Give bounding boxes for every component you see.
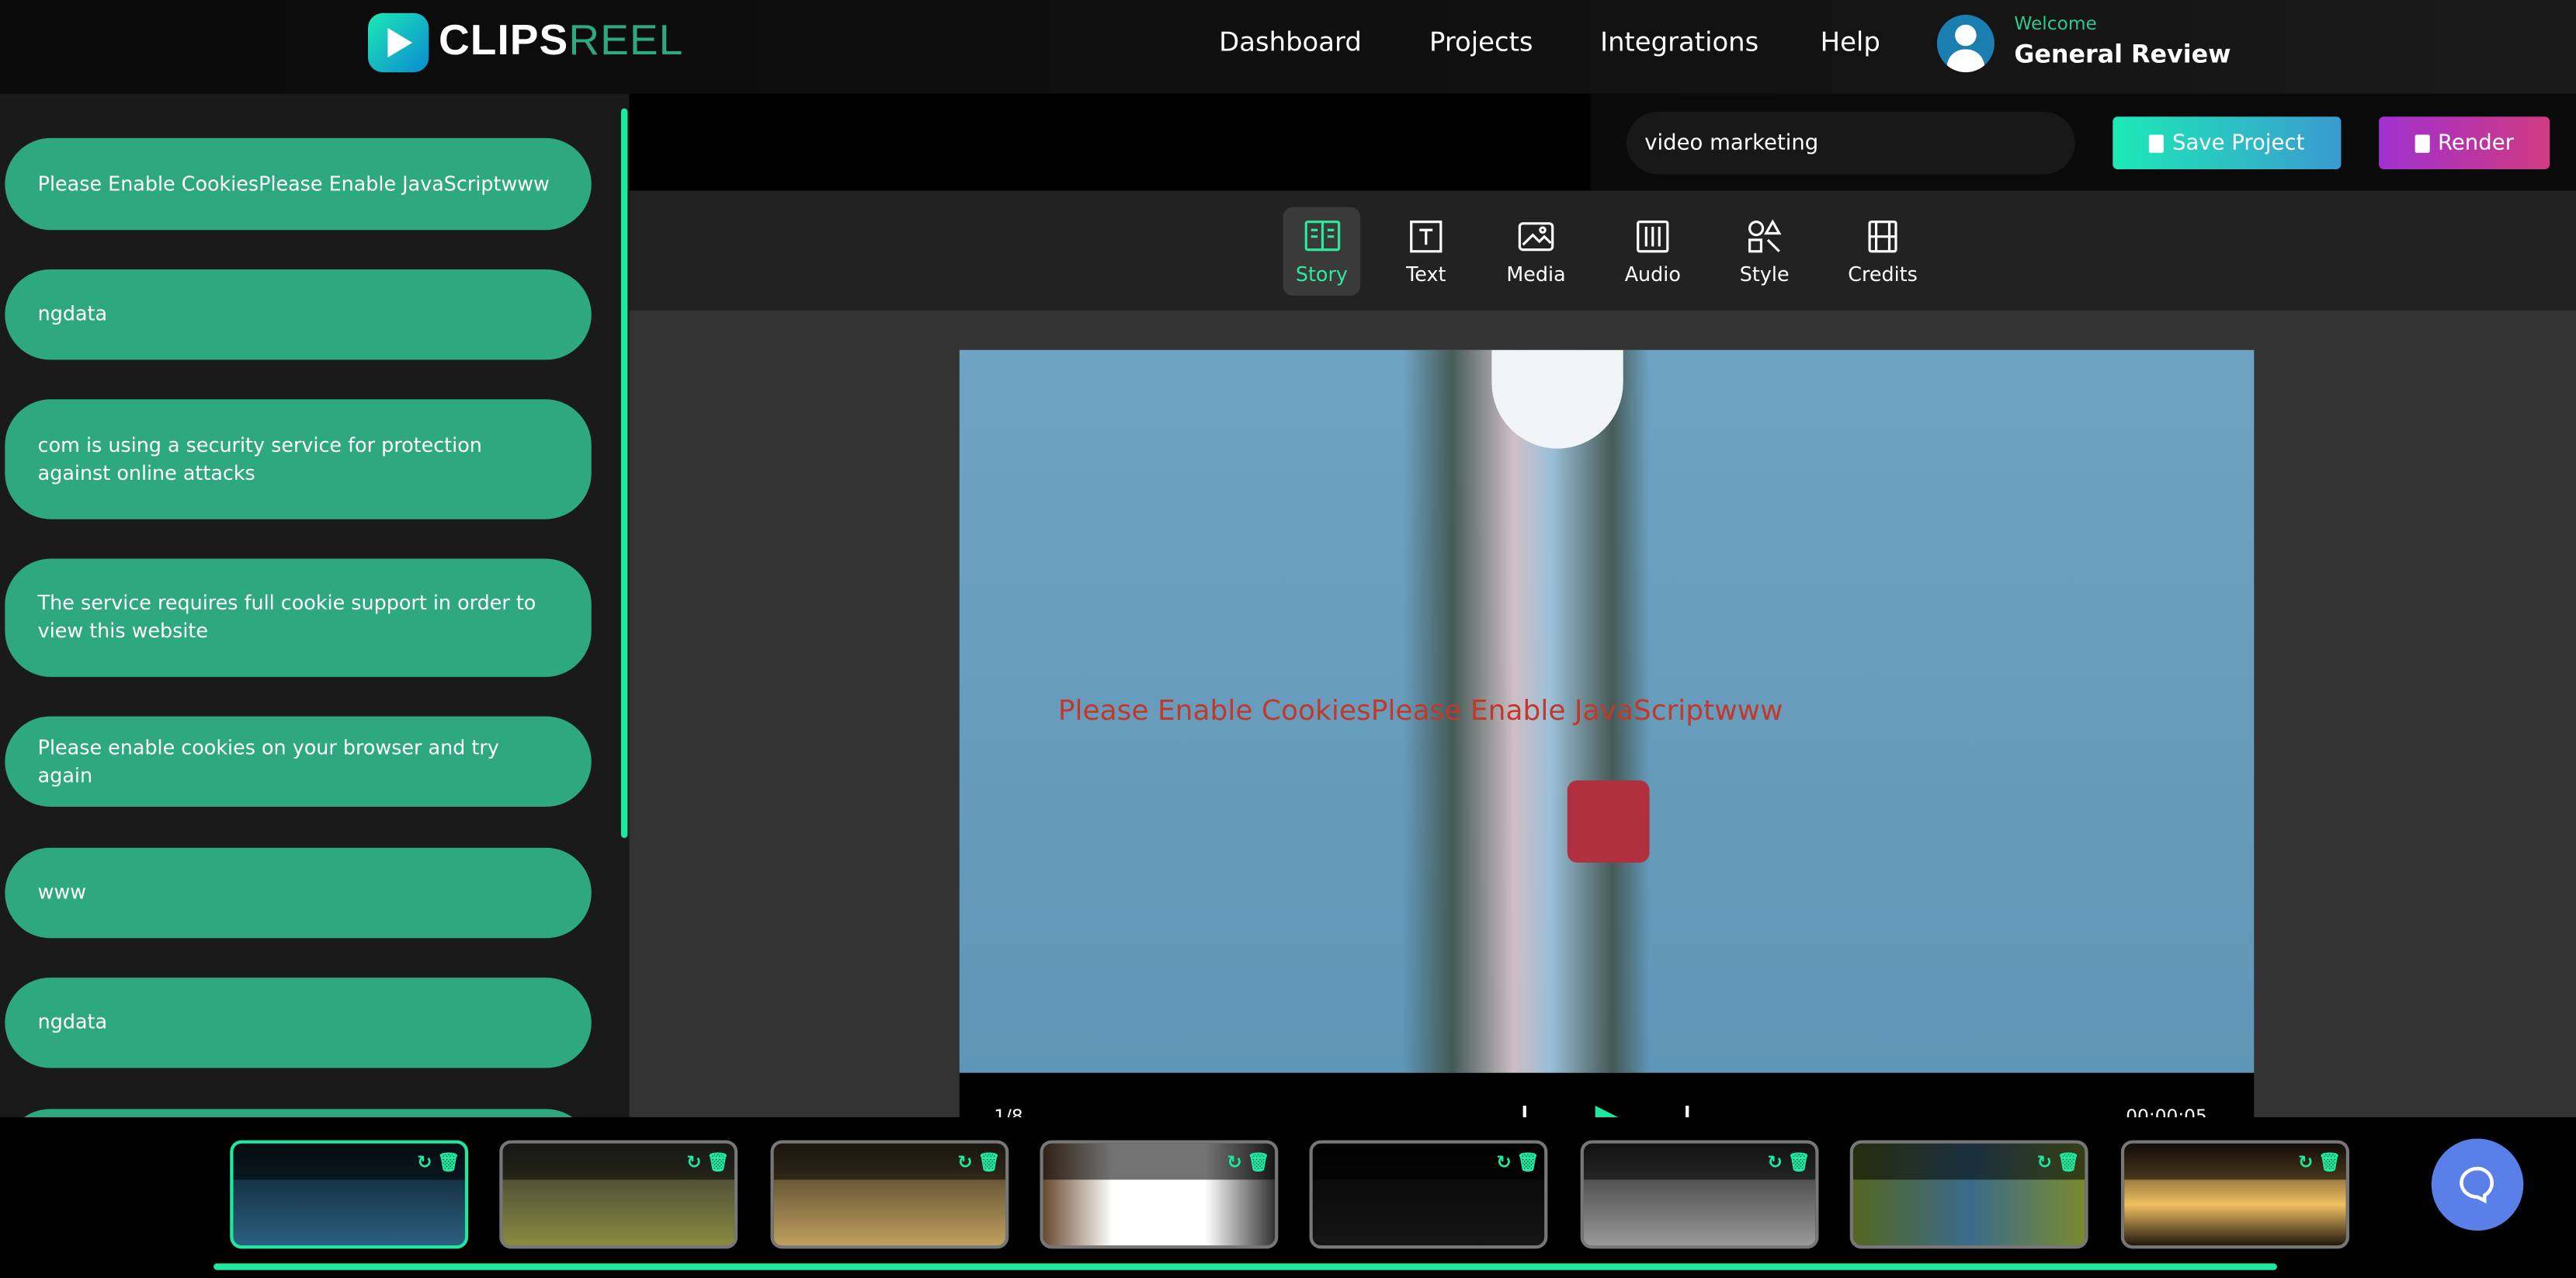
logo-text-clips: CLIPS — [438, 15, 569, 64]
scene-counter: 1/8 — [994, 1106, 1023, 1117]
replace-icon[interactable]: ↻ — [2298, 1151, 2314, 1173]
tab-story[interactable]: Story — [1283, 207, 1361, 296]
trash-icon[interactable]: 🗑︎ — [1516, 1151, 1540, 1173]
save-project-button[interactable]: Save Project — [2113, 116, 2342, 169]
scene-thumbnail[interactable]: ↻ 🗑︎ — [1580, 1140, 1819, 1249]
tab-label: Story — [1295, 262, 1348, 287]
scene-text-card[interactable]: ngdata — [5, 269, 592, 360]
tab-label: Audio — [1624, 262, 1681, 287]
filmstrip-scrollbar[interactable] — [214, 1263, 2277, 1270]
nav-integrations[interactable]: Integrations — [1600, 26, 1758, 57]
welcome-label: Welcome — [2014, 12, 2097, 35]
scene-text-card[interactable]: www — [5, 847, 592, 939]
scene-text: www — [37, 880, 86, 904]
nav-projects[interactable]: Projects — [1429, 26, 1533, 57]
scene-text-card[interactable] — [5, 1109, 592, 1117]
scene-text: Please Enable CookiesPlease Enable JavaS… — [37, 172, 550, 195]
tab-label: Media — [1506, 262, 1566, 287]
render-button[interactable]: Render — [2379, 116, 2550, 169]
scene-text: ngdata — [37, 1010, 108, 1034]
scene-text-card[interactable]: com is using a security service for prot… — [5, 399, 592, 519]
player-controls: 1/8 00:00:05 — [959, 1072, 2255, 1117]
chat-button[interactable] — [2431, 1138, 2524, 1231]
video-overlay-text[interactable]: Please Enable CookiesPlease Enable JavaS… — [1058, 695, 1783, 728]
scene-thumbnail[interactable]: ↻ 🗑︎ — [1309, 1140, 1548, 1249]
user-name[interactable]: General Review — [2014, 40, 2231, 69]
replace-icon[interactable]: ↻ — [417, 1151, 432, 1173]
sidebar-scrollbar[interactable] — [620, 108, 628, 839]
logo[interactable]: CLIPSREEL — [439, 15, 683, 66]
scene-thumbnail[interactable]: ↻ 🗑︎ — [770, 1140, 1009, 1249]
editor-toolbar: Story Text Media Audio Style Credits — [629, 190, 2576, 311]
file-icon — [2415, 134, 2430, 152]
scene-thumbnail[interactable]: ↻ 🗑︎ — [1040, 1140, 1279, 1249]
trash-icon[interactable]: 🗑︎ — [2057, 1151, 2080, 1173]
trash-icon[interactable]: 🗑︎ — [2318, 1151, 2342, 1173]
scene-text: com is using a security service for prot… — [37, 432, 482, 484]
film-icon — [1868, 221, 1897, 253]
save-label: Save Project — [2172, 130, 2305, 155]
scene-thumbnail[interactable]: ↻ 🗑︎ — [2120, 1140, 2350, 1249]
tab-label: Text — [1406, 262, 1446, 287]
replace-icon[interactable]: ↻ — [2037, 1151, 2053, 1173]
replace-icon[interactable]: ↻ — [1768, 1151, 1783, 1173]
scene-text-card[interactable]: ngdata — [5, 978, 592, 1068]
tab-audio[interactable]: Audio — [1618, 207, 1687, 296]
play-icon[interactable] — [1595, 1106, 1619, 1117]
scene-text-card[interactable]: The service requires full cookie support… — [5, 558, 592, 677]
replace-icon[interactable]: ↻ — [957, 1151, 973, 1173]
scene-thumbnail[interactable]: ↻ 🗑︎ — [499, 1140, 738, 1249]
scene-thumbnail[interactable]: ↻ 🗑︎ — [230, 1140, 469, 1249]
tab-credits[interactable]: Credits — [1845, 207, 1920, 296]
tab-media[interactable]: Media — [1498, 207, 1574, 296]
trash-icon[interactable]: 🗑︎ — [1787, 1151, 1810, 1173]
replace-icon[interactable]: ↻ — [686, 1151, 702, 1173]
book-icon — [1304, 221, 1340, 252]
previous-icon[interactable] — [1522, 1106, 1547, 1117]
scene-thumbnail[interactable]: ↻ 🗑︎ — [1849, 1140, 2088, 1249]
header: CLIPSREEL Dashboard Projects Integration… — [0, 0, 2576, 94]
project-name-input[interactable] — [1626, 111, 2075, 175]
image-icon — [1518, 222, 1554, 252]
tab-style[interactable]: Style — [1735, 207, 1794, 296]
nav-dashboard[interactable]: Dashboard — [1219, 26, 1362, 57]
scene-text-card[interactable]: Please enable cookies on your browser an… — [5, 716, 592, 807]
next-icon[interactable] — [1666, 1106, 1689, 1117]
tab-label: Style — [1739, 262, 1790, 287]
save-icon — [2149, 134, 2165, 152]
render-label: Render — [2437, 130, 2514, 155]
text-icon — [1410, 221, 1442, 253]
tab-text[interactable]: Text — [1395, 207, 1457, 296]
equalizer-icon — [1637, 221, 1669, 253]
trash-icon[interactable]: 🗑︎ — [1247, 1151, 1270, 1173]
shapes-icon — [1748, 219, 1782, 253]
tab-label: Credits — [1848, 262, 1918, 287]
avatar[interactable] — [1936, 15, 1994, 73]
replace-icon[interactable]: ↻ — [1496, 1151, 1512, 1173]
chat-icon — [2460, 1166, 2494, 1204]
duration: 00:00:05 — [2126, 1106, 2207, 1117]
video-preview[interactable]: Please Enable CookiesPlease Enable JavaS… — [959, 349, 2255, 1073]
logo-icon[interactable] — [368, 12, 429, 73]
scene-text: The service requires full cookie support… — [37, 591, 536, 643]
scene-text: ngdata — [37, 302, 108, 325]
trash-icon[interactable]: 🗑︎ — [706, 1151, 730, 1173]
replace-icon[interactable]: ↻ — [1227, 1151, 1242, 1173]
scene-text: Please enable cookies on your browser an… — [37, 735, 499, 787]
trash-icon[interactable]: 🗑︎ — [977, 1151, 1001, 1173]
scene-list-sidebar: Please Enable CookiesPlease Enable JavaS… — [0, 93, 630, 1117]
nav-help[interactable]: Help — [1821, 26, 1880, 57]
logo-text-reel: REEL — [568, 15, 684, 64]
scene-filmstrip: ↻ 🗑︎ ↻ 🗑︎ ↻ 🗑︎ ↻ 🗑︎ ↻ 🗑︎ ↻ 🗑︎ ↻ 🗑︎ ↻ 🗑︎ — [0, 1117, 2576, 1278]
trash-icon[interactable]: 🗑︎ — [437, 1151, 460, 1173]
model-bag — [1567, 780, 1650, 863]
topbar-spacer — [629, 93, 1591, 191]
scene-text-card[interactable]: Please Enable CookiesPlease Enable JavaS… — [5, 137, 592, 231]
